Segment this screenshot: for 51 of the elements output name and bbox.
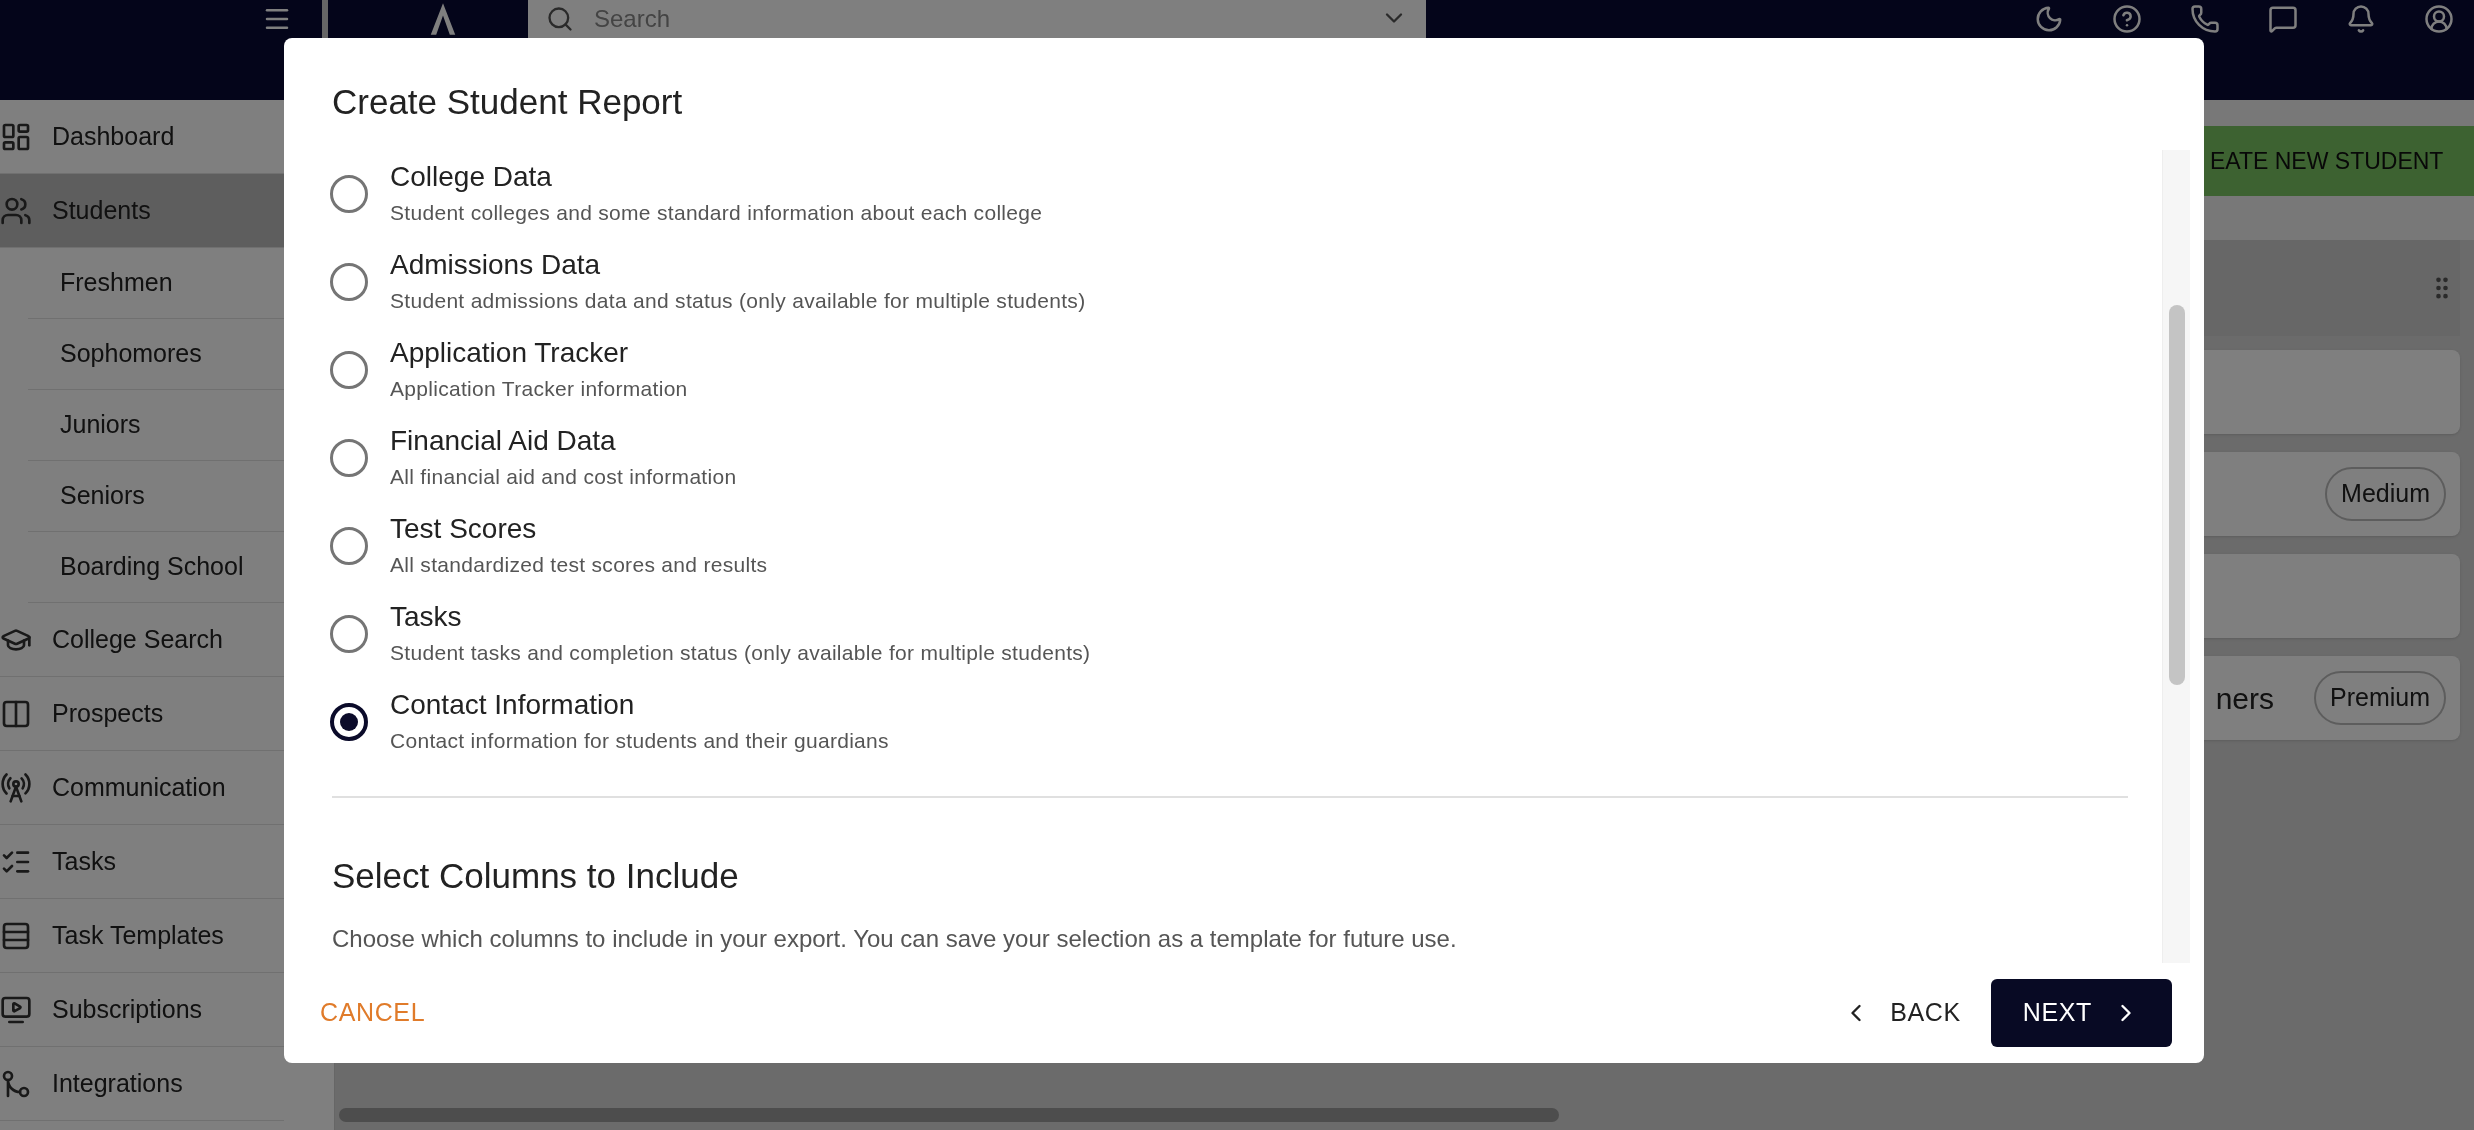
- help-icon[interactable]: [2112, 4, 2142, 34]
- scrollbar-thumb[interactable]: [339, 1108, 1559, 1122]
- report-type-option[interactable]: Contact Information Contact information for students and their guardians: [330, 678, 2128, 766]
- bell-icon[interactable]: [2346, 4, 2376, 34]
- radio-button[interactable]: [330, 175, 368, 213]
- plan-chip: Premium: [2314, 671, 2446, 725]
- scrollbar-thumb[interactable]: [2169, 305, 2185, 685]
- radio-button[interactable]: [330, 615, 368, 653]
- signal-icon: [0, 771, 32, 804]
- sidebar-item[interactable]: Students: [0, 174, 284, 248]
- option-description: Application Tracker information: [390, 376, 688, 402]
- radio-button[interactable]: [330, 439, 368, 477]
- dialog-title: Create Student Report: [331, 81, 684, 123]
- report-type-option[interactable]: Application Tracker Application Tracker information: [330, 326, 2128, 414]
- card-title: ners: [2215, 680, 2274, 717]
- search-icon: [546, 5, 574, 33]
- option-description: All financial aid and cost information: [390, 464, 737, 490]
- report-type-option[interactable]: Tasks Student tasks and completion status (only available for multiple students): [330, 590, 2128, 678]
- option-description: Student tasks and completion status (only available for multiple students): [390, 640, 1091, 666]
- option-description: All standardized test scores and results: [390, 552, 768, 578]
- option-label: Application Tracker: [390, 336, 630, 370]
- option-label: College Data: [390, 160, 553, 194]
- account-icon[interactable]: [2424, 4, 2454, 34]
- radio-button[interactable]: [330, 351, 368, 389]
- section-title: Select Columns to Include: [332, 855, 740, 897]
- report-type-option[interactable]: Admissions Data Student admissions data and status (only available for multiple students): [330, 238, 2128, 326]
- option-description: Student admissions data and status (only available for multiple students): [390, 288, 1086, 314]
- search-field[interactable]: Search: [594, 4, 1360, 34]
- cancel-button[interactable]: CANCEL: [316, 994, 430, 1032]
- option-label: Test Scores: [390, 512, 538, 546]
- option-label: Financial Aid Data: [390, 424, 617, 458]
- report-type-option[interactable]: Financial Aid Data All financial aid and cost information: [330, 414, 2128, 502]
- create-student-button[interactable]: EATE NEW STUDENT: [2204, 126, 2474, 196]
- radio-button[interactable]: [330, 263, 368, 301]
- plan-chip: Medium: [2325, 467, 2446, 521]
- option-description: Contact information for students and their guardians: [390, 728, 889, 754]
- option-label: Contact Information: [390, 688, 636, 722]
- moon-icon[interactable]: [2034, 4, 2064, 34]
- option-label: Admissions Data: [390, 248, 602, 282]
- option-label: Tasks: [390, 600, 463, 634]
- option-description: Student colleges and some standard information about each college: [390, 200, 1043, 226]
- next-button[interactable]: NEXT: [1990, 979, 2172, 1047]
- back-button[interactable]: BACK: [1830, 980, 1973, 1046]
- radio-button[interactable]: [330, 527, 368, 565]
- phone-icon[interactable]: [2190, 4, 2220, 34]
- logo-icon: [428, 2, 458, 36]
- section-description: Choose which columns to include in your export. You can save your selection as a template for future use.: [332, 923, 1458, 954]
- radio-button[interactable]: [330, 703, 368, 741]
- report-type-option[interactable]: Test Scores All standardized test scores and results: [330, 502, 2128, 590]
- report-type-option[interactable]: College Data Student colleges and some standard information about each college: [330, 150, 2128, 238]
- chat-icon[interactable]: [2268, 4, 2298, 34]
